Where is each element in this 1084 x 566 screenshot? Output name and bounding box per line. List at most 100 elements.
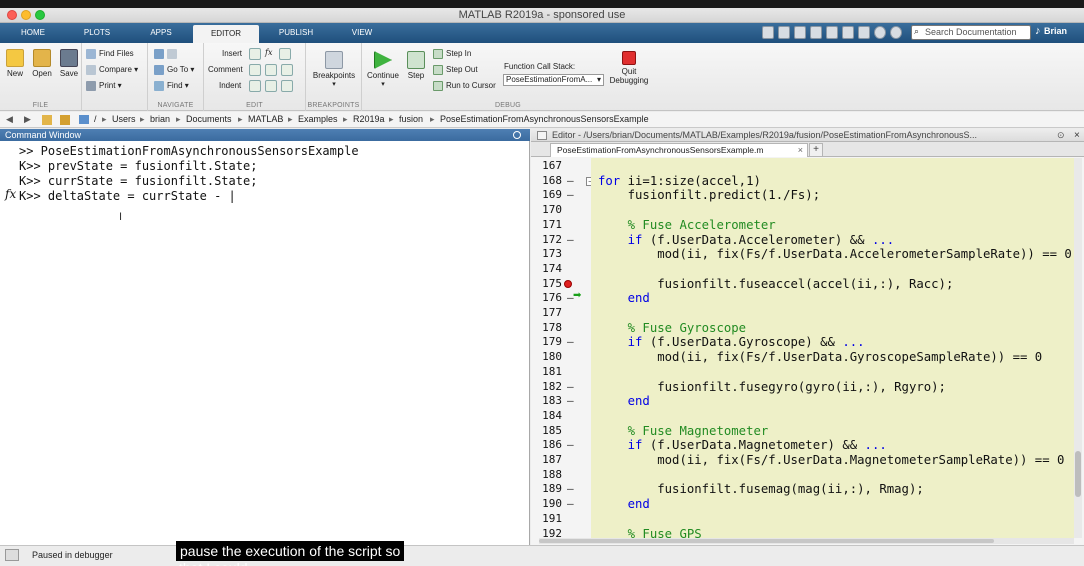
path-separator: ▸ <box>238 114 243 124</box>
back-forward-buttons[interactable] <box>154 48 180 60</box>
code-line: end <box>627 497 650 512</box>
panel-actions-icon[interactable] <box>513 131 521 139</box>
comment-icon[interactable] <box>249 64 261 76</box>
path-fusion[interactable]: fusion <box>399 114 423 124</box>
executable-line-marker[interactable]: – <box>567 380 574 393</box>
new-tab-button[interactable]: + <box>809 143 823 157</box>
find-button[interactable]: Find ▾ <box>154 80 189 92</box>
cut-icon[interactable] <box>778 26 790 39</box>
path-users[interactable]: Users <box>112 114 136 124</box>
path-root[interactable]: / <box>94 114 97 124</box>
executable-line-marker[interactable]: – <box>567 482 574 495</box>
user-account[interactable]: Brian <box>1044 26 1067 36</box>
line-number: 167 <box>542 159 562 172</box>
path-separator: ▸ <box>176 114 181 124</box>
save-button[interactable]: Save <box>58 49 80 78</box>
current-line-arrow-icon: ➡ <box>573 290 582 302</box>
back-arrow-icon <box>154 48 164 59</box>
redo-icon[interactable] <box>842 26 854 39</box>
debug-group-label: DEBUG <box>495 102 521 109</box>
browse-folder-icon[interactable] <box>60 115 70 125</box>
path-documents[interactable]: Documents <box>186 114 232 124</box>
increase-indent-icon[interactable] <box>265 80 277 92</box>
path-matlab[interactable]: MATLAB <box>248 114 283 124</box>
print-button[interactable]: Print ▾ <box>86 80 122 92</box>
executable-line-marker[interactable]: – <box>567 174 574 187</box>
code-area[interactable]: for ii=1:size(accel,1) fusionfilt.predic… <box>591 158 1079 538</box>
open-button[interactable]: Open <box>30 49 54 78</box>
insert-label: Insert <box>222 49 243 58</box>
path-r2019a[interactable]: R2019a <box>353 114 385 124</box>
panel-actions-icon[interactable]: ⊙ <box>1057 129 1065 141</box>
forward-icon[interactable]: ▶ <box>24 114 31 125</box>
compare-button[interactable]: Compare ▾ <box>86 64 138 76</box>
line-number: 174 <box>542 261 562 275</box>
insert-function-icon[interactable]: fx <box>265 47 272 59</box>
step-in-button[interactable]: Step In <box>433 48 471 60</box>
function-browser-icon[interactable]: fx <box>5 187 16 201</box>
step-button[interactable]: Step <box>404 51 428 80</box>
matlab-window: MATLAB R2019a - sponsored use HOME PLOTS… <box>0 8 1084 566</box>
call-stack-dropdown[interactable]: PoseEstimationFromA... ▾ <box>503 74 604 86</box>
smart-indent-icon[interactable] <box>249 80 261 92</box>
bell-icon[interactable]: ♪ <box>1035 25 1041 37</box>
close-icon[interactable]: × <box>1074 129 1080 141</box>
code-line: end <box>627 394 650 409</box>
tab-home[interactable]: HOME <box>8 23 58 43</box>
executable-line-marker[interactable]: – <box>567 497 574 510</box>
executable-line-marker[interactable]: – <box>567 438 574 451</box>
step-out-button[interactable]: Step Out <box>433 64 478 76</box>
horizontal-scrollbar[interactable] <box>539 538 1074 544</box>
path-separator: ▸ <box>343 114 348 124</box>
undo-icon[interactable] <box>826 26 838 39</box>
tab-view[interactable]: VIEW <box>337 23 387 43</box>
path-brian[interactable]: brian <box>150 114 170 124</box>
editor-icon <box>537 131 547 140</box>
status-toggle-icon[interactable] <box>5 549 19 561</box>
tab-editor[interactable]: EDITOR <box>193 25 259 43</box>
code-line: fusionfilt.fusegyro(gyro(ii,:), Rgyro); <box>657 379 946 394</box>
command-input-line[interactable]: K>> deltaState = currState - | <box>19 189 236 203</box>
executable-line-marker[interactable]: – <box>567 188 574 201</box>
new-button[interactable]: New <box>4 49 26 78</box>
search-documentation-field[interactable]: Search Documentation <box>911 25 1031 40</box>
paste-icon[interactable] <box>810 26 822 39</box>
help-icon[interactable] <box>874 26 886 39</box>
save-icon[interactable] <box>762 26 774 39</box>
tab-publish[interactable]: PUBLISH <box>270 23 322 43</box>
switch-windows-icon[interactable] <box>858 26 870 39</box>
continue-button[interactable]: Continue ▾ <box>364 51 402 88</box>
tab-plots[interactable]: PLOTS <box>72 23 122 43</box>
decrease-indent-icon[interactable] <box>281 80 293 92</box>
path-example-folder[interactable]: PoseEstimationFromAsynchronousSensorsExa… <box>440 114 649 124</box>
wrap-comments-icon[interactable] <box>281 64 293 76</box>
go-to-button[interactable]: Go To ▾ <box>154 64 194 76</box>
code-line: % Fuse Gyroscope <box>627 320 747 335</box>
code-line: if (f.UserData.Gyroscope) && ... <box>627 335 865 350</box>
insert-table-icon[interactable] <box>279 48 291 60</box>
insert-section-icon[interactable] <box>249 48 261 60</box>
run-to-cursor-button[interactable]: Run to Cursor <box>433 80 496 92</box>
horizontal-scroll-thumb[interactable] <box>539 539 994 543</box>
file-tools-group: Find Files Compare ▾ Print ▾ <box>82 43 148 111</box>
community-icon[interactable] <box>890 26 902 39</box>
path-examples[interactable]: Examples <box>298 114 338 124</box>
executable-line-marker[interactable]: – <box>567 335 574 348</box>
executable-line-marker[interactable]: – <box>567 394 574 407</box>
file-tab-active[interactable]: PoseEstimationFromAsynchronousSensorsExa… <box>550 143 808 157</box>
tab-apps[interactable]: APPS <box>136 23 186 43</box>
copy-icon[interactable] <box>794 26 806 39</box>
uncomment-icon[interactable] <box>265 64 277 76</box>
vertical-scroll-thumb[interactable] <box>1075 451 1081 497</box>
video-caption: pause the execution of the script so <box>176 541 405 561</box>
vertical-scrollbar[interactable] <box>1074 158 1082 538</box>
line-number: 173 <box>542 247 562 261</box>
find-files-button[interactable]: Find Files <box>86 48 134 60</box>
close-tab-icon[interactable]: × <box>798 144 803 157</box>
up-folder-icon[interactable] <box>42 115 52 125</box>
back-icon[interactable]: ◀ <box>6 114 13 125</box>
quit-debugging-button[interactable]: Quit Debugging <box>607 51 651 85</box>
executable-line-marker[interactable]: – <box>567 233 574 246</box>
breakpoint-icon[interactable] <box>564 279 572 288</box>
breakpoints-button[interactable]: Breakpoints ▾ <box>310 51 358 88</box>
